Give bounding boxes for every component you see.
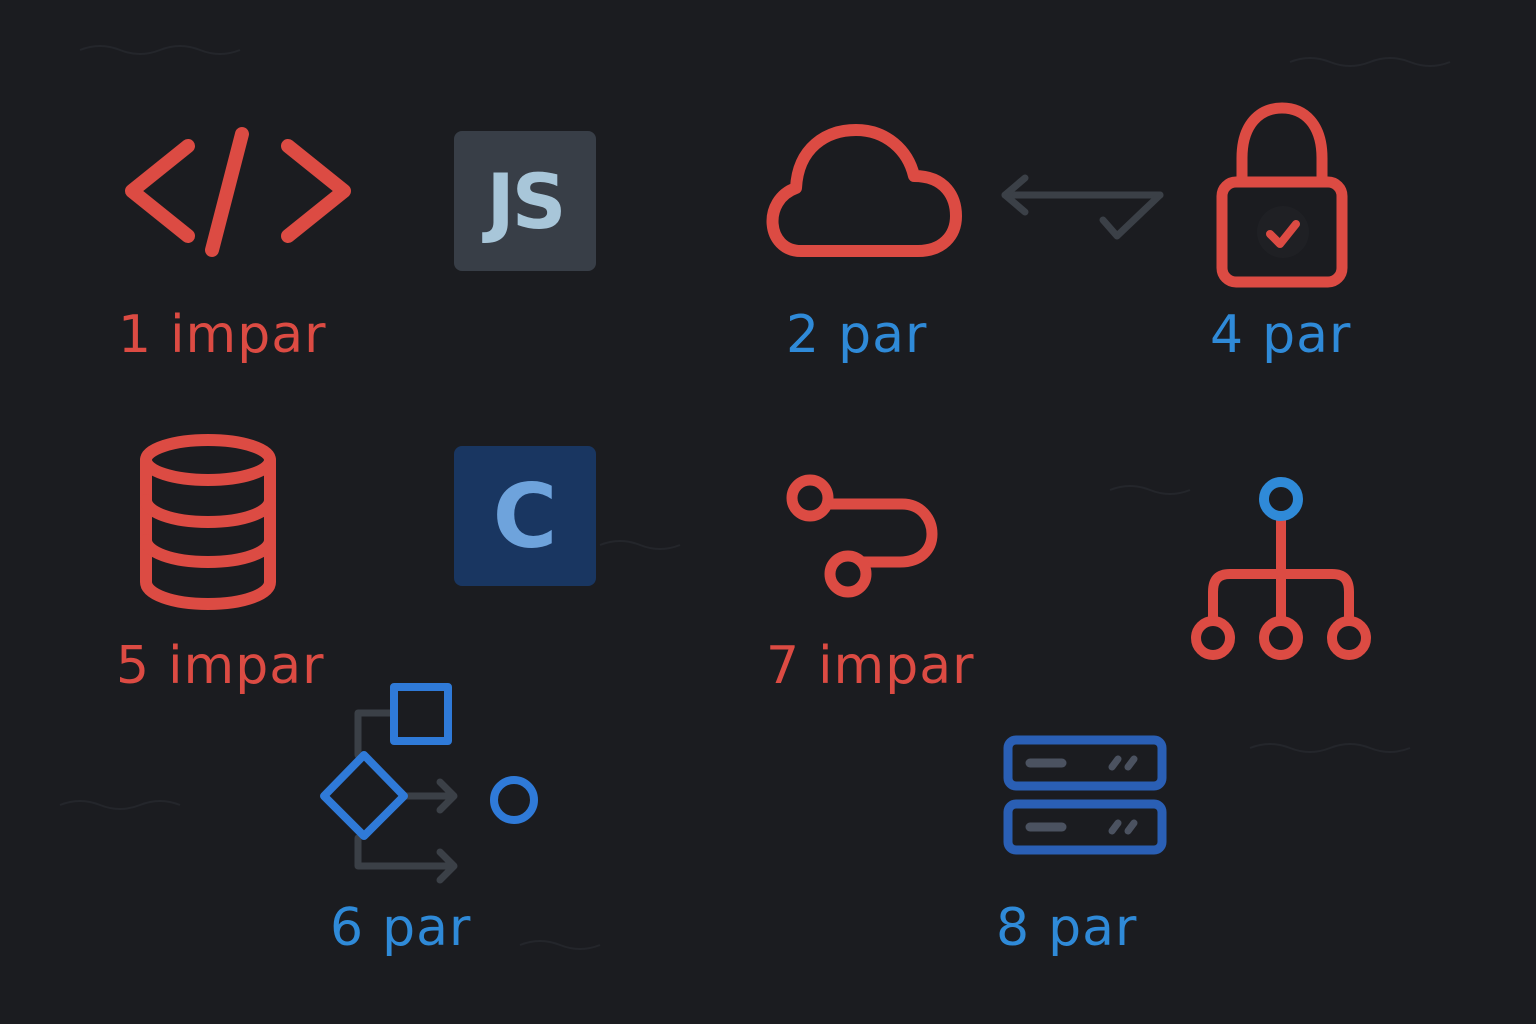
- js-tile-text: JS: [486, 156, 566, 246]
- item-number: 4: [1210, 305, 1245, 365]
- cloud-icon: [766, 124, 962, 257]
- server-rack-icon: [1003, 735, 1167, 855]
- item-label-8: 8 par: [996, 898, 1137, 958]
- item-number: 2: [786, 305, 821, 365]
- item-parity-word: impar: [170, 305, 327, 365]
- item-label-2: 2 par: [786, 305, 927, 365]
- javascript-logo-icon: JS: [454, 131, 596, 271]
- item-parity-word: impar: [818, 636, 975, 696]
- item-number: 8: [996, 898, 1031, 958]
- c-tile-text: C: [492, 464, 558, 568]
- item-label-7: 7 impar: [766, 636, 974, 696]
- code-brackets-icon: [125, 127, 351, 257]
- route-path-icon: [786, 474, 938, 598]
- flowchart-icon: [320, 683, 538, 884]
- item-label-6: 6 par: [330, 898, 471, 958]
- item-parity-word: par: [1048, 898, 1138, 958]
- item-parity-word: par: [382, 898, 472, 958]
- item-number: 5: [116, 636, 151, 696]
- item-parity-word: par: [1262, 305, 1352, 365]
- sync-arrow-check-icon: [1001, 174, 1164, 240]
- item-label-4: 4 par: [1210, 305, 1351, 365]
- item-label-5: 5 impar: [116, 636, 324, 696]
- padlock-check-icon: [1216, 102, 1348, 288]
- c-language-logo-icon: C: [454, 446, 596, 586]
- item-number: 1: [118, 305, 153, 365]
- item-number: 7: [766, 636, 801, 696]
- item-label-1: 1 impar: [118, 305, 326, 365]
- item-number: 6: [330, 898, 365, 958]
- database-icon: [140, 434, 276, 611]
- hierarchy-tree-icon: [1191, 477, 1371, 660]
- item-parity-word: par: [838, 305, 928, 365]
- item-parity-word: impar: [168, 636, 325, 696]
